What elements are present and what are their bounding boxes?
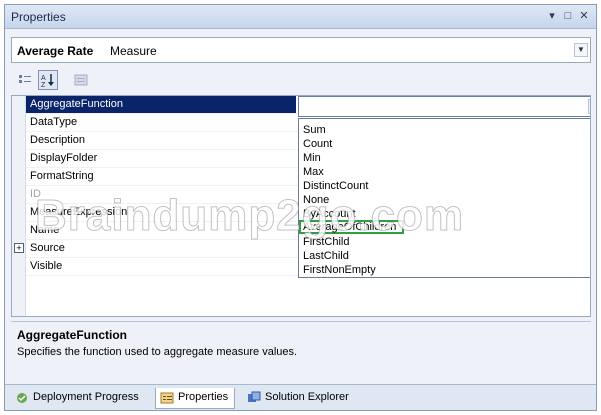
tab-label: Deployment Progress	[33, 391, 139, 403]
option-firstnonempty[interactable]: FirstNonEmpty	[303, 263, 376, 277]
property-name: Visible	[30, 260, 63, 272]
tab-label: Properties	[178, 391, 229, 403]
option-max[interactable]: Max	[303, 165, 324, 179]
option-count[interactable]: Count	[303, 137, 332, 151]
title-bar: Properties ▾ □ ✕	[5, 5, 596, 29]
option-none[interactable]: None	[303, 193, 329, 207]
property-name: ID	[30, 188, 41, 200]
property-name: Source	[30, 242, 65, 254]
tab-properties[interactable]: Properties	[155, 388, 236, 409]
maximize-icon[interactable]: □	[561, 9, 575, 23]
option-averageofchildren[interactable]: AverageOfChildren	[299, 220, 405, 234]
expand-icon[interactable]: +	[14, 243, 24, 253]
option-firstchild[interactable]: FirstChild	[303, 235, 349, 249]
properties-icon	[160, 391, 174, 405]
property-name: AggregateFunction	[26, 96, 296, 113]
property-grid: AggregateFunction DataType Description D…	[11, 95, 591, 317]
option-distinctcount[interactable]: DistinctCount	[303, 179, 368, 193]
description-text: Specifies the function used to aggregate…	[17, 346, 298, 358]
properties-toolbar: A Z	[11, 68, 591, 92]
aggregate-function-dropdown: Sum Count Min Max DistinctCount None ByA…	[298, 118, 590, 278]
object-selector[interactable]: Average Rate Measure ▼	[11, 37, 591, 63]
svg-text:Z: Z	[41, 82, 46, 88]
close-icon[interactable]: ✕	[577, 9, 591, 23]
tool-window-tabs: Deployment Progress Properties Solution …	[5, 384, 596, 410]
window-menu-icon[interactable]: ▾	[545, 9, 559, 23]
tab-label: Solution Explorer	[265, 391, 349, 403]
svg-text:A: A	[41, 75, 46, 82]
description-pane: AggregateFunction Specifies the function…	[11, 321, 591, 381]
grid-gutter	[12, 96, 26, 316]
property-name: Description	[30, 134, 86, 146]
deployment-icon	[15, 391, 29, 405]
option-min[interactable]: Min	[303, 151, 321, 165]
object-type: Measure	[110, 44, 157, 58]
alphabetical-icon[interactable]: A Z	[38, 70, 58, 90]
object-name: Average Rate	[17, 44, 94, 58]
aggregate-function-editor[interactable]: ▼	[298, 96, 590, 117]
property-name: DataType	[30, 116, 78, 128]
description-title: AggregateFunction	[17, 328, 127, 342]
solution-explorer-icon	[247, 391, 261, 405]
tab-deployment-progress[interactable]: Deployment Progress	[11, 388, 145, 409]
window-title: Properties	[11, 10, 66, 24]
chevron-down-icon[interactable]: ▼	[588, 99, 590, 114]
categorized-icon[interactable]	[15, 70, 35, 90]
property-name: DisplayFolder	[30, 152, 98, 164]
chevron-down-icon[interactable]: ▼	[574, 43, 588, 57]
property-name: MeasureExpression	[30, 206, 128, 218]
property-pages-icon[interactable]	[71, 70, 91, 90]
tab-solution-explorer[interactable]: Solution Explorer	[243, 388, 355, 409]
properties-window: Properties ▾ □ ✕ Average Rate Measure ▼ …	[4, 4, 597, 411]
option-byaccount[interactable]: ByAccount	[303, 207, 356, 221]
property-name: Name	[30, 224, 60, 236]
property-name: FormatString	[30, 170, 94, 182]
option-lastchild[interactable]: LastChild	[303, 249, 349, 263]
option-sum[interactable]: Sum	[303, 123, 326, 137]
